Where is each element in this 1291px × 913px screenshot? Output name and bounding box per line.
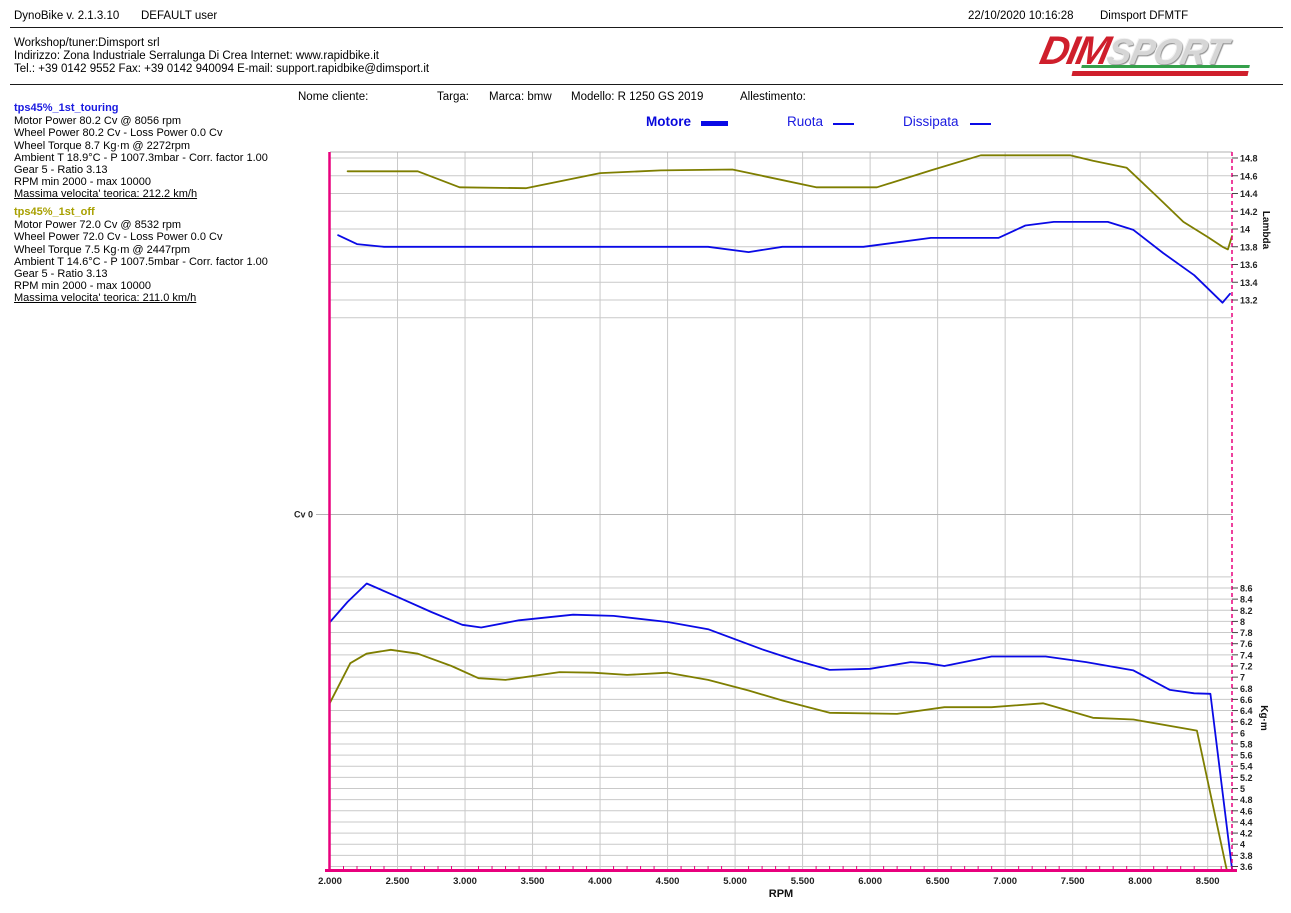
svg-text:7.8: 7.8 bbox=[1240, 628, 1253, 638]
svg-text:6.4: 6.4 bbox=[1240, 706, 1253, 716]
svg-text:4.500: 4.500 bbox=[656, 876, 680, 887]
svg-text:3.8: 3.8 bbox=[1240, 851, 1253, 861]
svg-text:5.500: 5.500 bbox=[791, 876, 815, 887]
svg-text:14.2: 14.2 bbox=[1240, 207, 1258, 217]
svg-text:14.4: 14.4 bbox=[1240, 189, 1258, 199]
svg-text:5.6: 5.6 bbox=[1240, 751, 1253, 761]
svg-text:8.000: 8.000 bbox=[1128, 876, 1152, 887]
svg-text:7.2: 7.2 bbox=[1240, 661, 1253, 671]
svg-text:5.000: 5.000 bbox=[723, 876, 747, 887]
svg-text:4: 4 bbox=[1240, 840, 1245, 850]
svg-text:8.2: 8.2 bbox=[1240, 606, 1253, 616]
svg-text:2.000: 2.000 bbox=[318, 876, 342, 887]
svg-text:Kg·m: Kg·m bbox=[1258, 705, 1269, 731]
svg-text:3.000: 3.000 bbox=[453, 876, 477, 887]
svg-text:5.2: 5.2 bbox=[1240, 773, 1253, 783]
svg-text:7: 7 bbox=[1240, 673, 1245, 683]
svg-text:4.6: 4.6 bbox=[1240, 806, 1253, 816]
svg-text:6.8: 6.8 bbox=[1240, 684, 1253, 694]
svg-text:8: 8 bbox=[1240, 617, 1245, 627]
svg-text:13.6: 13.6 bbox=[1240, 260, 1258, 270]
svg-text:5.4: 5.4 bbox=[1240, 762, 1253, 772]
svg-text:7.4: 7.4 bbox=[1240, 650, 1253, 660]
svg-text:6.000: 6.000 bbox=[858, 876, 882, 887]
svg-text:4.000: 4.000 bbox=[588, 876, 612, 887]
svg-text:7.500: 7.500 bbox=[1061, 876, 1085, 887]
svg-text:8.6: 8.6 bbox=[1240, 584, 1253, 594]
svg-text:13.8: 13.8 bbox=[1240, 242, 1258, 252]
svg-text:14.6: 14.6 bbox=[1240, 171, 1258, 181]
svg-text:7.000: 7.000 bbox=[993, 876, 1017, 887]
svg-text:6.6: 6.6 bbox=[1240, 695, 1253, 705]
svg-text:13.2: 13.2 bbox=[1240, 296, 1258, 306]
svg-text:8.500: 8.500 bbox=[1196, 876, 1220, 887]
svg-text:6.500: 6.500 bbox=[926, 876, 950, 887]
svg-text:5.8: 5.8 bbox=[1240, 739, 1253, 749]
svg-text:5: 5 bbox=[1240, 784, 1245, 794]
svg-text:8.4: 8.4 bbox=[1240, 595, 1253, 605]
svg-text:6.2: 6.2 bbox=[1240, 717, 1253, 727]
svg-text:4.8: 4.8 bbox=[1240, 795, 1253, 805]
dyno-chart: Cv 0 2.000 2.500 3.000 3.500 4.000 4.500 5.000 5… bbox=[0, 0, 1291, 913]
svg-text:14: 14 bbox=[1240, 225, 1250, 235]
svg-text:6: 6 bbox=[1240, 728, 1245, 738]
svg-text:13.4: 13.4 bbox=[1240, 278, 1258, 288]
svg-text:7.6: 7.6 bbox=[1240, 639, 1253, 649]
svg-text:RPM: RPM bbox=[769, 888, 793, 900]
svg-text:4.2: 4.2 bbox=[1240, 829, 1253, 839]
svg-text:4.4: 4.4 bbox=[1240, 817, 1253, 827]
svg-text:Lambda: Lambda bbox=[1260, 211, 1271, 250]
svg-text:14.8: 14.8 bbox=[1240, 154, 1258, 164]
svg-text:Cv 0: Cv 0 bbox=[294, 510, 313, 520]
svg-text:3.6: 3.6 bbox=[1240, 862, 1253, 872]
svg-text:3.500: 3.500 bbox=[521, 876, 545, 887]
svg-text:2.500: 2.500 bbox=[386, 876, 410, 887]
